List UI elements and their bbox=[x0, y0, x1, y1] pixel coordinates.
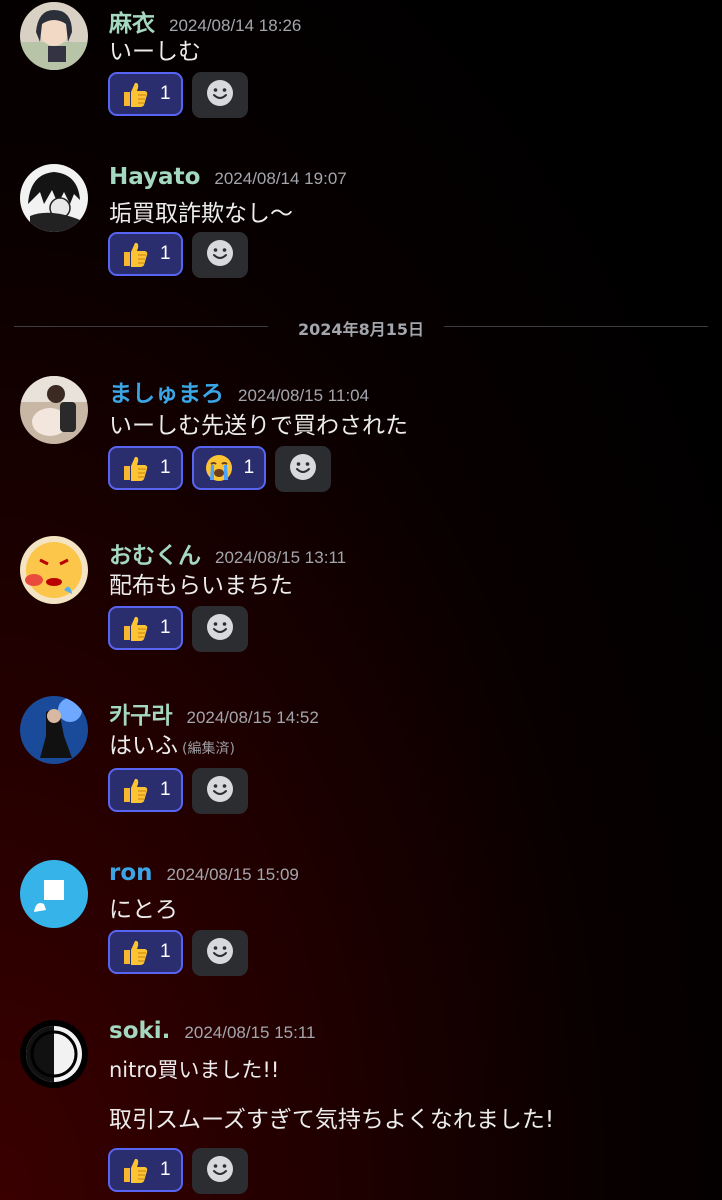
thumbs-up-icon bbox=[120, 79, 150, 109]
smiley-add-icon bbox=[206, 613, 234, 645]
message-text: 取引スムーズすぎて気持ちよくなれました! bbox=[109, 1107, 555, 1133]
add-reaction-button[interactable] bbox=[191, 930, 248, 976]
edited-tag: (編集済) bbox=[182, 741, 235, 757]
timestamp: 2024/08/15 14:52 bbox=[186, 708, 319, 727]
message-body: はいふ bbox=[109, 733, 178, 759]
avatar[interactable] bbox=[20, 164, 88, 232]
smiley-add-icon bbox=[206, 1155, 234, 1187]
reaction-count: 1 bbox=[160, 1159, 171, 1180]
add-reaction-button[interactable] bbox=[191, 72, 248, 118]
reaction-count: 1 bbox=[160, 617, 171, 638]
reaction-count: 1 bbox=[243, 457, 255, 478]
reaction-thumbs-up[interactable]: 1 bbox=[108, 606, 183, 650]
reaction-count: 1 bbox=[160, 941, 171, 962]
author-name[interactable]: soki. bbox=[109, 1018, 170, 1044]
avatar[interactable] bbox=[20, 536, 88, 604]
thumbs-up-icon bbox=[120, 775, 150, 805]
timestamp: 2024/08/14 19:07 bbox=[214, 169, 347, 188]
message-text: 配布もらいまちた bbox=[109, 573, 293, 599]
timestamp: 2024/08/15 15:09 bbox=[166, 865, 299, 884]
smiley-add-icon bbox=[206, 79, 234, 111]
reaction-count: 1 bbox=[160, 243, 171, 264]
thumbs-up-icon bbox=[120, 613, 150, 643]
avatar[interactable] bbox=[20, 696, 88, 764]
add-reaction-button[interactable] bbox=[191, 1148, 248, 1194]
smiley-add-icon bbox=[206, 937, 234, 969]
reaction-count: 1 bbox=[160, 457, 171, 478]
author-name[interactable]: 카구라 bbox=[109, 696, 172, 730]
thumbs-up-icon bbox=[120, 453, 150, 483]
avatar[interactable] bbox=[20, 860, 88, 928]
reaction-thumbs-up[interactable]: 1 bbox=[108, 446, 183, 490]
smiley-add-icon bbox=[289, 453, 317, 485]
message-text: にとろ bbox=[109, 897, 178, 923]
reaction-thumbs-up[interactable]: 1 bbox=[108, 1148, 183, 1192]
author-name[interactable]: ましゅまろ bbox=[109, 374, 224, 408]
add-reaction-button[interactable] bbox=[275, 446, 332, 492]
date-divider: 2024年8月15日 bbox=[14, 314, 708, 339]
reaction-count: 1 bbox=[160, 83, 171, 104]
thumbs-up-icon bbox=[120, 937, 150, 967]
reaction-thumbs-up[interactable]: 1 bbox=[108, 768, 183, 812]
author-name[interactable]: おむくん bbox=[109, 536, 201, 570]
message-text: はいふ (編集済) bbox=[109, 726, 235, 760]
reaction-thumbs-up[interactable]: 1 bbox=[108, 930, 183, 974]
avatar[interactable] bbox=[20, 1020, 88, 1088]
author-name[interactable]: ron bbox=[109, 860, 153, 886]
message-text: 垢買取詐欺なし〜 bbox=[109, 201, 293, 227]
timestamp: 2024/08/15 15:11 bbox=[184, 1023, 316, 1042]
avatar[interactable] bbox=[20, 376, 88, 444]
avatar[interactable] bbox=[20, 2, 88, 70]
thumbs-up-icon bbox=[120, 1155, 150, 1185]
smiley-add-icon bbox=[206, 775, 234, 807]
message-text: nitro買いました!! bbox=[109, 1058, 280, 1082]
author-name[interactable]: Hayato bbox=[109, 164, 200, 190]
smiley-add-icon bbox=[206, 239, 234, 271]
add-reaction-button[interactable] bbox=[191, 768, 248, 814]
reaction-count: 1 bbox=[160, 779, 171, 800]
add-reaction-button[interactable] bbox=[191, 606, 248, 652]
loudly-crying-face-icon bbox=[204, 453, 234, 483]
timestamp: 2024/08/15 11:04 bbox=[238, 386, 370, 405]
message-text: いーしむ先送りで買わされた bbox=[109, 413, 408, 439]
reaction-thumbs-up[interactable]: 1 bbox=[108, 232, 183, 276]
date-divider-label: 2024年8月15日 bbox=[298, 320, 424, 339]
reaction-thumbs-up[interactable]: 1 bbox=[108, 72, 183, 116]
add-reaction-button[interactable] bbox=[191, 232, 248, 278]
thumbs-up-icon bbox=[120, 239, 150, 269]
reaction-crying[interactable]: 1 bbox=[191, 446, 267, 490]
timestamp: 2024/08/15 13:11 bbox=[215, 548, 347, 567]
message-text: いーしむ bbox=[109, 39, 201, 65]
